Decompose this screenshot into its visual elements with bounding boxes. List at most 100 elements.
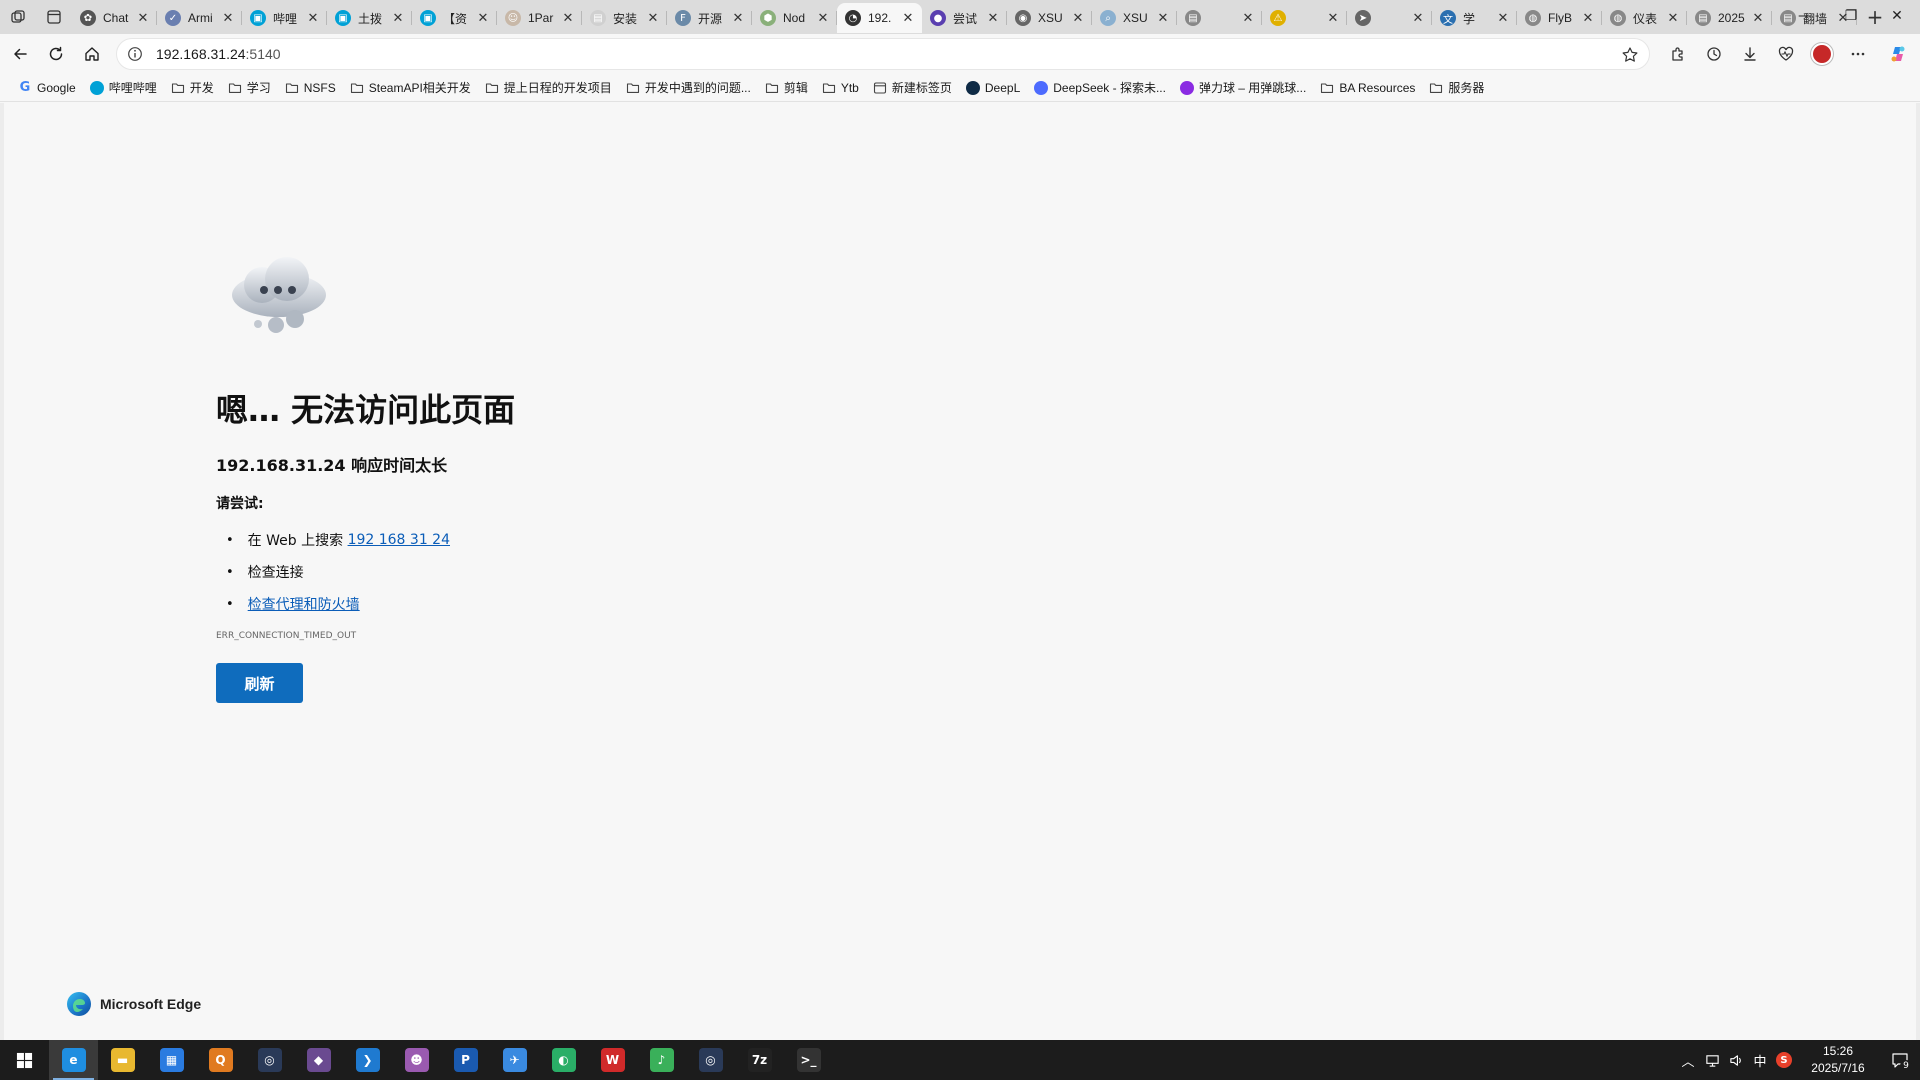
taskbar-7zip[interactable]: 7z: [735, 1040, 784, 1080]
tab[interactable]: ● 尝试 ✕: [922, 3, 1007, 33]
tab-close-icon[interactable]: ✕: [475, 10, 491, 26]
tab-close-icon[interactable]: ✕: [1070, 10, 1086, 26]
tab-close-icon[interactable]: ✕: [1665, 10, 1681, 26]
tab[interactable]: ➤ ✕: [1347, 3, 1432, 33]
tab[interactable]: ▣ 【资 ✕: [412, 3, 497, 33]
taskbar-feishu[interactable]: ✈: [490, 1040, 539, 1080]
tab[interactable]: 文学 ✕: [1432, 3, 1517, 33]
ime-indicator[interactable]: 中: [1748, 1040, 1772, 1080]
home-button[interactable]: [74, 38, 110, 70]
workspaces-icon[interactable]: [0, 2, 36, 32]
tab-close-icon[interactable]: ✕: [900, 10, 916, 26]
bookmark-item[interactable]: G Google: [12, 76, 82, 100]
vertical-tabs-icon[interactable]: [36, 2, 72, 32]
tab-close-icon[interactable]: ✕: [1410, 10, 1426, 26]
tab[interactable]: ✓ Armi ✕: [157, 3, 242, 33]
tab[interactable]: ◍ FlyB ✕: [1517, 3, 1602, 33]
favorite-star-icon[interactable]: [1621, 46, 1639, 64]
taskbar-app[interactable]: ◆: [294, 1040, 343, 1080]
bookmark-item[interactable]: 哔哩哔哩: [84, 76, 163, 100]
volume-icon[interactable]: [1724, 1040, 1748, 1080]
tab-close-icon[interactable]: ✕: [815, 10, 831, 26]
tab[interactable]: ▤ ✕: [1177, 3, 1262, 33]
history-button[interactable]: [1696, 38, 1732, 70]
taskbar-store[interactable]: ▦: [147, 1040, 196, 1080]
tab[interactable]: ◔ 192. ✕: [837, 3, 922, 33]
taskbar-terminal[interactable]: >_: [784, 1040, 833, 1080]
tab[interactable]: ▣ 哔哩 ✕: [242, 3, 327, 33]
tab[interactable]: F 开源 ✕: [667, 3, 752, 33]
clock[interactable]: 15:26 2025/7/16: [1796, 1043, 1880, 1077]
tray-chevron-icon[interactable]: ︿: [1676, 1040, 1700, 1080]
taskbar-explorer[interactable]: ▬: [98, 1040, 147, 1080]
taskbar-vscode[interactable]: ❯: [343, 1040, 392, 1080]
tab-close-icon[interactable]: ✕: [1155, 10, 1171, 26]
tab-close-icon[interactable]: ✕: [1495, 10, 1511, 26]
url-text[interactable]: 192.168.31.24:5140: [156, 46, 281, 62]
taskbar-steam[interactable]: ◎: [245, 1040, 294, 1080]
address-bar[interactable]: 192.168.31.24:5140: [116, 38, 1650, 70]
bookmark-item[interactable]: SteamAPI相关开发: [344, 76, 477, 100]
tab[interactable]: ⚠ ✕: [1262, 3, 1347, 33]
tab[interactable]: ◉ XSU ✕: [1007, 3, 1092, 33]
bookmark-item[interactable]: 学习: [222, 76, 277, 100]
close-window-button[interactable]: ✕: [1874, 0, 1920, 32]
minimize-button[interactable]: —: [1782, 0, 1828, 32]
taskbar-wps[interactable]: W: [588, 1040, 637, 1080]
settings-more-button[interactable]: [1840, 38, 1876, 70]
browser-essentials-button[interactable]: [1768, 38, 1804, 70]
profile-button[interactable]: [1804, 38, 1840, 70]
start-button[interactable]: [0, 1040, 49, 1080]
tab[interactable]: ⬢ Nod ✕: [752, 3, 837, 33]
search-web-link[interactable]: 192 168 31 24: [348, 532, 450, 548]
sogou-icon[interactable]: S: [1772, 1040, 1796, 1080]
tab-close-icon[interactable]: ✕: [305, 10, 321, 26]
tab[interactable]: ▤ 安装 ✕: [582, 3, 667, 33]
tab-close-icon[interactable]: ✕: [730, 10, 746, 26]
tab-close-icon[interactable]: ✕: [135, 10, 151, 26]
back-button[interactable]: [2, 38, 38, 70]
check-proxy-firewall-link[interactable]: 检查代理和防火墙: [248, 594, 360, 614]
tab-close-icon[interactable]: ✕: [1750, 10, 1766, 26]
tab-close-icon[interactable]: ✕: [1325, 10, 1341, 26]
bookmark-item[interactable]: 弹力球 – 用弹跳球...: [1174, 76, 1312, 100]
bookmark-item[interactable]: NSFS: [279, 76, 342, 100]
taskbar-steam[interactable]: ◎: [686, 1040, 735, 1080]
bookmark-item[interactable]: DeepSeek - 探索未...: [1028, 76, 1172, 100]
tab-close-icon[interactable]: ✕: [1240, 10, 1256, 26]
tab-close-icon[interactable]: ✕: [560, 10, 576, 26]
taskbar-p-app[interactable]: P: [441, 1040, 490, 1080]
extensions-button[interactable]: [1660, 38, 1696, 70]
tab-close-icon[interactable]: ✕: [1580, 10, 1596, 26]
refresh-button[interactable]: 刷新: [216, 663, 303, 703]
tab[interactable]: ▤ 2025 ✕: [1687, 3, 1772, 33]
copilot-button[interactable]: [1876, 38, 1920, 70]
reload-button[interactable]: [38, 38, 74, 70]
tab-close-icon[interactable]: ✕: [390, 10, 406, 26]
tab-close-icon[interactable]: ✕: [985, 10, 1001, 26]
bookmark-item[interactable]: 开发中遇到的问题...: [620, 76, 757, 100]
bookmark-item[interactable]: DeepL: [960, 76, 1026, 100]
taskbar-edge[interactable]: e: [49, 1040, 98, 1080]
tab[interactable]: ☺ 1Par ✕: [497, 3, 582, 33]
bookmark-item[interactable]: 剪辑: [759, 76, 814, 100]
taskbar-wechat[interactable]: ◐: [539, 1040, 588, 1080]
bookmark-item[interactable]: 开发: [165, 76, 220, 100]
bookmark-item[interactable]: 提上日程的开发项目: [479, 76, 618, 100]
tab-close-icon[interactable]: ✕: [220, 10, 236, 26]
tab-close-icon[interactable]: ✕: [645, 10, 661, 26]
downloads-button[interactable]: [1732, 38, 1768, 70]
restore-button[interactable]: ❐: [1828, 0, 1874, 32]
notification-center-button[interactable]: 9: [1880, 1040, 1920, 1080]
bookmark-item[interactable]: 新建标签页: [867, 76, 958, 100]
bookmark-item[interactable]: Ytb: [816, 76, 865, 100]
bookmark-item[interactable]: BA Resources: [1314, 76, 1421, 100]
info-icon[interactable]: [127, 46, 143, 62]
taskbar-qq[interactable]: Q: [196, 1040, 245, 1080]
tab[interactable]: ⌕ XSU ✕: [1092, 3, 1177, 33]
network-icon[interactable]: [1700, 1040, 1724, 1080]
tab[interactable]: ◍ 仪表 ✕: [1602, 3, 1687, 33]
tab[interactable]: ▣ 土拨 ✕: [327, 3, 412, 33]
bookmark-item[interactable]: 服务器: [1423, 76, 1490, 100]
taskbar-cat-app[interactable]: ☻: [392, 1040, 441, 1080]
